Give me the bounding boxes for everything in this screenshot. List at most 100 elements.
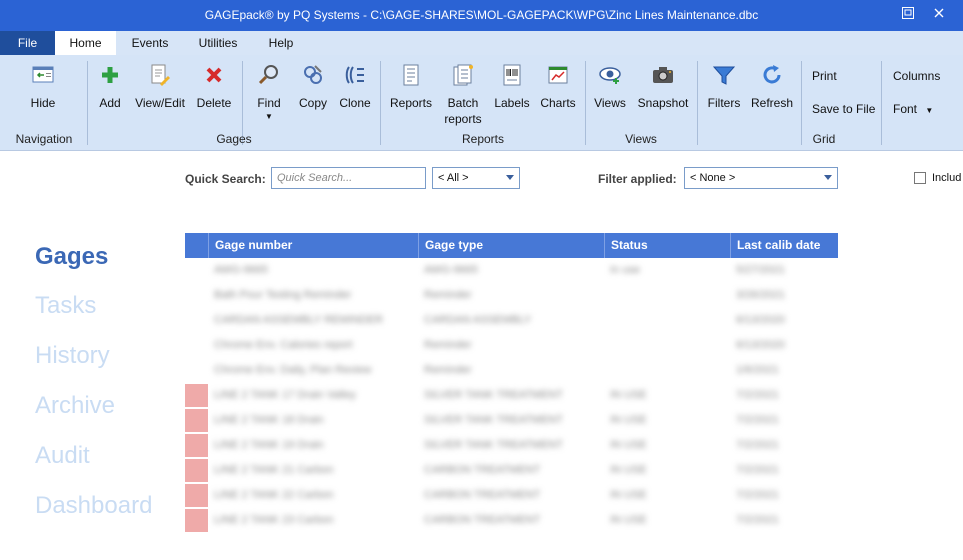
report-icon (399, 63, 423, 87)
filter-applied-select[interactable]: < None > (684, 167, 838, 189)
snapshot-button[interactable]: Snapshot (636, 63, 690, 111)
row-status-marker (185, 384, 208, 407)
include-checkbox-label: Includ (932, 172, 962, 184)
table-cell: LINE 2 TANK 22 Carbon (214, 489, 334, 501)
nav-audit[interactable]: Audit (35, 442, 90, 470)
table-cell (604, 283, 730, 308)
table-row[interactable]: AWG-9665 AWG-9665 In use 5/27/2021 (185, 258, 838, 283)
clone-button[interactable]: Clone (337, 63, 373, 111)
table-cell (604, 333, 730, 358)
table-cell: LINE 2 TANK 18 Drain (214, 414, 324, 426)
table-row[interactable]: LINE 2 TANK 21 Carbon CARBON TREATMENT IN … (185, 458, 838, 483)
table-row[interactable]: CARDAN ASSEMBLY REMINDER CARDAN ASSEMBLY 6… (185, 308, 838, 333)
filter-applied-label: Filter applied: (598, 172, 677, 186)
quick-search-label: Quick Search: (185, 172, 266, 186)
document-edit-icon (148, 63, 172, 87)
nav-dashboard[interactable]: Dashboard (35, 492, 152, 520)
table-cell: CARBON TREATMENT (424, 464, 541, 476)
search-scope-select[interactable]: < All > (432, 167, 520, 189)
table-cell: LINE 2 TANK 21 Carbon (214, 464, 334, 476)
table-cell: 6/13/2020 (736, 339, 785, 351)
views-button[interactable]: Views (593, 63, 627, 111)
table-cell: 3/26/2021 (736, 289, 785, 301)
columns-button[interactable]: Columns (893, 69, 940, 83)
table-cell: Chrome Env. Daily, Plan Review (214, 364, 372, 376)
find-button[interactable]: Find ▼ (254, 63, 284, 121)
refresh-button[interactable]: Refresh (750, 63, 794, 111)
filters-button[interactable]: Filters (706, 63, 742, 111)
column-status[interactable]: Status (604, 233, 730, 258)
refresh-icon (760, 63, 784, 87)
group-gages-label: Gages (216, 132, 252, 146)
table-row[interactable]: Chrome Env. Calories report Reminder 6/13/… (185, 333, 838, 358)
batch-reports-button[interactable]: Batch reports (441, 63, 485, 127)
table-row[interactable]: LINE 2 TANK 17 Drain Valley SILVER TANK T… (185, 383, 838, 408)
row-status-marker (185, 434, 208, 457)
nav-tasks[interactable]: Tasks (35, 292, 96, 320)
print-button[interactable]: Print (812, 69, 837, 83)
tab-help[interactable]: Help (252, 31, 310, 55)
table-cell: Reminder (424, 364, 472, 376)
table-cell: SILVER TANK TREATMENT (424, 414, 563, 426)
delete-button[interactable]: Delete (196, 63, 232, 111)
hide-button[interactable]: Hide (24, 63, 62, 111)
table-row[interactable]: Bath Pour Testing Reminder Reminder 3/26/2… (185, 283, 838, 308)
include-checkbox[interactable] (914, 172, 926, 184)
chevron-down-icon (506, 175, 514, 180)
tab-events[interactable]: Events (116, 31, 184, 55)
chevron-down-icon: ▼ (925, 106, 934, 115)
ribbon-separator (697, 61, 698, 145)
copy-icon (301, 63, 325, 87)
filter-applied-value: < None > (690, 172, 736, 184)
table-row[interactable]: LINE 2 TANK 18 Drain SILVER TANK TREATMEN… (185, 408, 838, 433)
table-cell: SILVER TANK TREATMENT (424, 389, 563, 401)
reports-button[interactable]: Reports (389, 63, 433, 111)
table-cell: CARDAN ASSEMBLY (424, 314, 532, 326)
restore-icon[interactable] (901, 6, 919, 24)
table-cell: IN USE (610, 514, 647, 526)
tab-utilities[interactable]: Utilities (184, 31, 252, 55)
font-button-label: Font (893, 102, 918, 116)
camera-icon (651, 63, 675, 87)
save-to-file-button[interactable]: Save to File (812, 102, 875, 116)
table-cell (604, 308, 730, 333)
group-reports-label: Reports (461, 132, 505, 146)
table-cell: AWG-9665 (214, 264, 269, 276)
labels-button[interactable]: Labels (494, 63, 530, 111)
table-cell: Reminder (424, 339, 472, 351)
nav-history[interactable]: History (35, 342, 110, 370)
table-cell: In use (610, 264, 640, 276)
view-edit-button[interactable]: View/Edit (134, 63, 186, 111)
menu-bar: File Home Events Utilities Help (0, 31, 963, 55)
row-status-marker (185, 409, 208, 432)
table-row[interactable]: LINE 2 TANK 23 Carbon CARBON TREATMENT IN … (185, 508, 838, 533)
column-last-calib-date[interactable]: Last calib date (730, 233, 838, 258)
table-cell: IN USE (610, 489, 647, 501)
table-cell: 6/13/2020 (736, 314, 785, 326)
add-button[interactable]: Add (96, 63, 124, 111)
table-cell: Bath Pour Testing Reminder (214, 289, 352, 301)
table-cell (604, 358, 730, 383)
nav-gages[interactable]: Gages (35, 243, 108, 271)
font-button[interactable]: Font ▼ (893, 102, 933, 116)
table-cell: IN USE (610, 464, 647, 476)
row-status-marker (185, 484, 208, 507)
column-gage-type[interactable]: Gage type (418, 233, 604, 258)
tab-home[interactable]: Home (55, 31, 116, 55)
table-cell: 7/2/2021 (736, 514, 779, 526)
close-icon[interactable] (932, 6, 950, 24)
copy-button[interactable]: Copy (296, 63, 330, 111)
chart-icon (546, 63, 570, 87)
hide-panel-icon (31, 63, 55, 87)
chevron-down-icon (824, 175, 832, 180)
title-bar: GAGEpack® by PQ Systems - C:\GAGE-SHARES… (0, 0, 963, 31)
charts-button[interactable]: Charts (538, 63, 578, 111)
table-row[interactable]: LINE 2 TANK 19 Drain SILVER TANK TREATMEN… (185, 433, 838, 458)
menu-file[interactable]: File (0, 31, 55, 55)
table-row[interactable]: Chrome Env. Daily, Plan Review Reminder 1/… (185, 358, 838, 383)
column-gage-number[interactable]: Gage number (208, 233, 418, 258)
row-status-marker (185, 459, 208, 482)
quick-search-input[interactable]: Quick Search... (271, 167, 426, 189)
table-row[interactable]: LINE 2 TANK 22 Carbon CARBON TREATMENT IN … (185, 483, 838, 508)
nav-archive[interactable]: Archive (35, 392, 115, 420)
